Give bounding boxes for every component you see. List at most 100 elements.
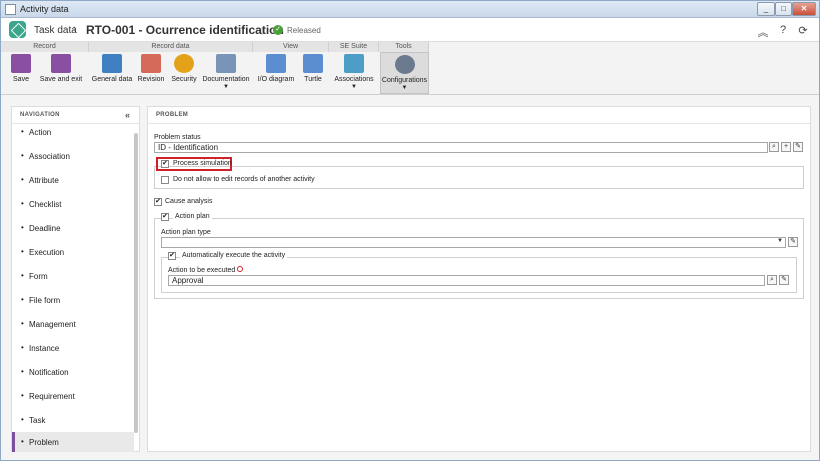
process-simulation-label: Process simulation [173,160,232,167]
collapse-left-icon[interactable]: « [125,110,130,120]
clear-icon[interactable]: ✎ [779,275,789,285]
nav-item-attribute[interactable]: • Attribute [12,172,134,190]
revision-label: Revision [137,76,165,83]
nav-item-label: Management [29,320,76,329]
io-diagram-label: I/O diagram [257,76,295,83]
nav-item-association[interactable]: • Association [12,148,134,166]
help-icon[interactable]: ? [777,24,789,36]
problem-status-field[interactable]: ID - Identification [154,142,768,153]
action-plan-type-label: Action plan type [161,229,211,236]
configurations-label: Configurations [381,77,428,84]
associations-dropdown[interactable]: Associations ▼ [331,54,377,90]
problem-panel: PROBLEM Problem status ID - Identificati… [147,106,811,452]
clear-icon[interactable]: ✎ [793,142,803,152]
ribbon-toolbar: Record Record data View SE Suite Tools S… [1,42,819,95]
nav-item-label: Problem [29,438,59,447]
io-diagram-button[interactable]: I/O diagram [255,54,297,83]
nav-item-problem[interactable]: • Problem [12,432,134,452]
record-header: Task data › RTO-001 - Ocurrence identifi… [1,18,819,42]
problem-panel-title: PROBLEM [156,112,189,118]
associations-label: Associations [334,76,374,83]
released-status-icon: ✓ [273,25,283,35]
ribbon-group-view: View [253,42,329,52]
auto-execute-checkbox[interactable]: ✔ [168,252,176,260]
gear-icon [394,55,415,74]
problem-status-label: Problem status [154,134,201,141]
nav-item-label: Association [29,152,70,161]
nav-item-label: Attribute [29,176,59,185]
navigation-scrollbar[interactable] [134,133,138,433]
turtle-button[interactable]: Turtle [299,54,327,83]
bullet-icon: • [21,247,24,256]
search-icon[interactable]: ⌕ [767,275,777,285]
activity-data-window: Activity data _ □ ✕ Task data › RTO-001 … [0,0,820,461]
documentation-dropdown[interactable]: Documentation ▼ [201,54,251,90]
action-to-be-executed-field[interactable]: Approval [168,275,765,286]
general-data-button[interactable]: General data [91,54,133,83]
bullet-icon: • [21,175,24,184]
process-simulation-checkbox[interactable]: ✔ [161,160,169,168]
no-edit-other-checkbox[interactable] [161,176,169,184]
navigation-title: NAVIGATION [20,112,60,118]
window-title: Activity data [20,4,69,14]
close-button[interactable]: ✕ [792,2,816,16]
title-bar: Activity data _ □ ✕ [1,1,819,18]
chevron-right-icon: › [73,23,77,35]
bullet-icon: • [21,127,24,136]
ribbon-group-se-suite: SE Suite [329,42,379,52]
configurations-dropdown[interactable]: Configurations ▼ [380,52,429,94]
general-data-icon [102,54,122,73]
navigation-sidebar: NAVIGATION « • Action • Association • Attri… [11,106,140,452]
navigation-header: NAVIGATION « [12,107,139,124]
status-badge: Released [287,26,321,35]
suite-logo-icon [9,21,26,38]
breadcrumb[interactable]: Task data [34,25,77,36]
clear-icon[interactable]: ✎ [788,237,798,247]
save-and-exit-label: Save and exit [39,76,83,83]
nav-item-file-form[interactable]: • File form [12,292,134,310]
dropdown-arrow-icon: ▼ [223,84,229,90]
ribbon-group-tools: Tools [379,42,429,52]
action-plan-checkbox[interactable]: ✔ [161,213,169,221]
nav-item-execution[interactable]: • Execution [12,244,134,262]
nav-item-label: Instance [29,344,60,353]
save-icon [11,54,31,73]
nav-item-notification[interactable]: • Notification [12,364,134,382]
save-and-exit-button[interactable]: Save and exit [37,54,85,83]
nav-item-checklist[interactable]: • Checklist [12,196,134,214]
minimize-button[interactable]: _ [757,2,775,16]
cause-analysis-checkbox[interactable]: ✔ [154,198,162,206]
save-exit-icon [51,54,71,73]
dropdown-arrow-icon: ▼ [351,84,357,90]
collapse-up-icon[interactable]: ︽ [757,24,769,40]
save-button[interactable]: Save [7,54,35,83]
nav-item-action[interactable]: • Action [12,124,134,142]
nav-item-management[interactable]: • Management [12,316,134,334]
bullet-icon: • [21,319,24,328]
refresh-icon[interactable]: ⟳ [797,24,809,37]
maximize-button[interactable]: □ [775,2,792,16]
nav-item-label: Form [29,272,48,281]
nav-item-instance[interactable]: • Instance [12,340,134,358]
nav-item-requirement[interactable]: • Requirement [12,388,134,406]
bullet-icon: • [21,367,24,376]
bullet-icon: • [21,437,24,446]
revision-button[interactable]: Revision [135,54,167,83]
io-diagram-icon [266,54,286,73]
nav-item-label: Requirement [29,392,75,401]
bullet-icon: • [21,343,24,352]
nav-item-label: Execution [29,248,65,257]
security-button[interactable]: Security [169,54,199,83]
dropdown-arrow-icon: ▼ [401,85,408,91]
bullet-icon: • [21,223,24,232]
nav-item-deadline[interactable]: • Deadline [12,220,134,238]
add-icon[interactable]: + [781,142,791,152]
search-icon[interactable]: ⌕ [769,142,779,152]
nav-item-task[interactable]: • Task [12,412,134,430]
nav-item-form[interactable]: • Form [12,268,134,286]
action-plan-type-select[interactable] [161,237,786,248]
header-divider: | [261,25,264,35]
dropdown-arrow-icon[interactable]: ▼ [777,238,783,244]
nav-item-label: Notification [29,368,69,377]
bullet-icon: • [21,415,24,424]
